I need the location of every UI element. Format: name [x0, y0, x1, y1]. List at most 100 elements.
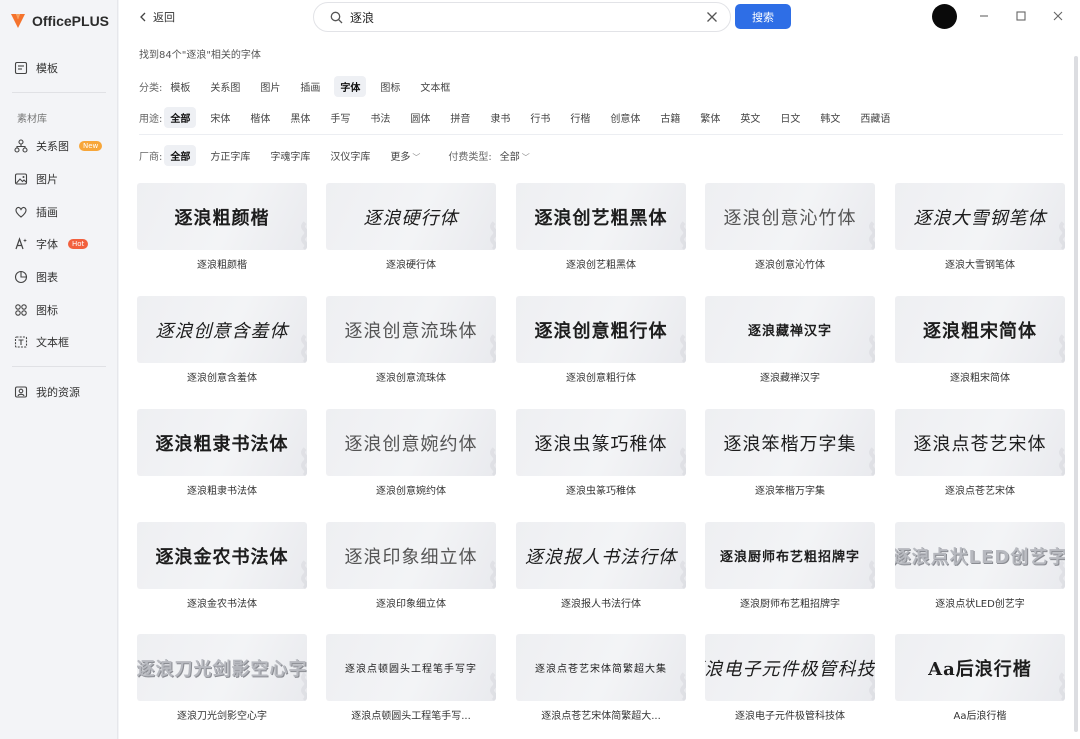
font-card[interactable]: ⌇ 逐浪创意粗行体 逐浪创意粗行体 [516, 296, 686, 384]
filter-label: 分类: [139, 83, 163, 94]
font-card[interactable]: ⌇ 逐浪创意沁竹体 逐浪创意沁竹体 [705, 183, 875, 271]
usage-option[interactable]: 黑体 [284, 107, 316, 128]
font-card[interactable]: ⌇ 逐浪粗隶书法体 逐浪粗隶书法体 [137, 409, 307, 497]
vendor-option[interactable]: 方正字库 [204, 145, 256, 166]
font-card[interactable]: ⌇ 逐浪创意含羞体 逐浪创意含羞体 [137, 296, 307, 384]
usage-option[interactable]: 西藏语 [854, 107, 896, 128]
sidebar-item-images[interactable]: 图片 [14, 171, 58, 187]
usage-option[interactable]: 手写 [324, 107, 356, 128]
font-card[interactable]: ⌇逐浪电子元件极管科技体逐浪电子元件极管科技体 [705, 634, 875, 722]
search-box[interactable] [313, 2, 731, 32]
usage-option[interactable]: 繁体 [694, 107, 726, 128]
watermark-icon: ⌇ [485, 669, 496, 701]
category-option[interactable]: 图标 [374, 76, 406, 97]
font-sample-text: 逐浪硬行体 [363, 207, 459, 229]
usage-option[interactable]: 隶书 [484, 107, 516, 128]
font-name: 逐浪点苍艺宋体简繁超大... [541, 711, 661, 722]
usage-option[interactable]: 拼音 [444, 107, 476, 128]
font-card[interactable]: ⌇ 逐浪点状LED创艺字 逐浪点状LED创艺字 [895, 522, 1065, 610]
maximize-icon[interactable] [1014, 9, 1028, 23]
sidebar-item-illustration[interactable]: 插画 [14, 204, 58, 220]
scrollbar[interactable] [1074, 56, 1078, 732]
sidebar-item-textbox[interactable]: 文本框 [14, 334, 69, 350]
font-preview: ⌇ 逐浪印象细立体 [326, 522, 496, 589]
usage-option[interactable]: 英文 [734, 107, 766, 128]
clear-icon[interactable] [706, 11, 718, 23]
category-option[interactable]: 插画 [294, 76, 326, 97]
usage-option[interactable]: 圆体 [404, 107, 436, 128]
vendor-option-active[interactable]: 全部 [164, 145, 197, 166]
sidebar-item-label: 图片 [36, 173, 58, 186]
font-name: 逐浪电子元件极管科技体 [735, 711, 845, 722]
usage-option[interactable]: 古籍 [654, 107, 686, 128]
font-card[interactable]: ⌇ 逐浪厨师布艺粗招牌字 逐浪厨师布艺粗招牌字 [705, 522, 875, 610]
font-card[interactable]: ⌇ Aa后浪行楷 Aa后浪行楷 [895, 634, 1065, 722]
usage-option[interactable]: 宋体 [204, 107, 236, 128]
font-card[interactable]: ⌇ 逐浪印象细立体逐浪印象细立体 [326, 522, 496, 610]
usage-option[interactable]: 日文 [774, 107, 806, 128]
vendor-option[interactable]: 字魂字库 [264, 145, 316, 166]
sidebar-item-templates[interactable]: 模板 [14, 60, 58, 76]
font-card[interactable]: ⌇ 逐浪金农书法体 逐浪金农书法体 [137, 522, 307, 610]
font-name: 逐浪印象细立体 [376, 599, 446, 610]
back-button[interactable]: 返回 [139, 9, 175, 25]
filter-label: 厂商: [139, 152, 163, 163]
font-name: 逐浪大雪钢笔体 [945, 260, 1015, 271]
sidebar-item-icons[interactable]: 图标 [14, 302, 58, 318]
image-icon [14, 173, 28, 185]
category-option[interactable]: 图片 [254, 76, 286, 97]
usage-option[interactable]: 创意体 [604, 107, 646, 128]
usage-option[interactable]: 韩文 [814, 107, 846, 128]
font-card[interactable]: ⌇ 逐浪粗颜楷 逐浪粗颜楷 [137, 183, 307, 271]
font-preview: ⌇ 逐浪硬行体 [326, 183, 496, 250]
font-card[interactable]: ⌇ 逐浪虫篆巧稚体 逐浪虫篆巧稚体 [516, 409, 686, 497]
font-name: 逐浪创意含羞体 [187, 373, 257, 384]
font-card[interactable]: ⌇ 逐浪点顿圆头工程笔手写字 逐浪点顿圆头工程笔手写... [326, 634, 496, 722]
font-card[interactable]: ⌇ 逐浪笨楷万字集 逐浪笨楷万字集 [705, 409, 875, 497]
font-card[interactable]: ⌇ 逐浪创意流珠体 逐浪创意流珠体 [326, 296, 496, 384]
avatar[interactable] [932, 4, 957, 29]
watermark-icon: ⌇ [864, 218, 875, 250]
font-card[interactable]: ⌇ 逐浪硬行体 逐浪硬行体 [326, 183, 496, 271]
usage-option[interactable]: 楷体 [244, 107, 276, 128]
font-card[interactable]: ⌇ 逐浪刀光剑影空心字 逐浪刀光剑影空心字 [137, 634, 307, 722]
icons-icon [15, 304, 27, 316]
watermark-icon: ⌇ [485, 218, 496, 250]
font-card[interactable]: ⌇ 逐浪报人书法行体 逐浪报人书法行体 [516, 522, 686, 610]
font-card[interactable]: ⌇ 逐浪粗宋简体 逐浪粗宋简体 [895, 296, 1065, 384]
usage-option[interactable]: 书法 [364, 107, 396, 128]
font-sample-text: 逐浪创意婉约体 [344, 433, 478, 455]
font-name: 逐浪藏禅汉字 [760, 373, 820, 384]
textbox-icon [14, 336, 28, 348]
font-preview: ⌇ 逐浪报人书法行体 [516, 522, 686, 589]
watermark-icon: ⌇ [675, 444, 686, 476]
vendor-more-dropdown[interactable]: 更多 ﹀ [384, 145, 426, 166]
sidebar-item-my-resources[interactable]: 我的资源 [14, 384, 80, 400]
font-card[interactable]: ⌇ 逐浪大雪钢笔体 逐浪大雪钢笔体 [895, 183, 1065, 271]
font-card[interactable]: ⌇ 逐浪藏禅汉字 逐浪藏禅汉字 [705, 296, 875, 384]
font-card[interactable]: ⌇ 逐浪创意婉约体 逐浪创意婉约体 [326, 409, 496, 497]
topbar: 返回 搜索 [119, 0, 1080, 36]
category-option-active[interactable]: 字体 [334, 76, 367, 97]
usage-option-active[interactable]: 全部 [164, 107, 197, 128]
pay-type-dropdown[interactable]: 全部 ﹀ [494, 145, 536, 166]
font-preview: ⌇ 逐浪点状LED创艺字 [895, 522, 1065, 589]
new-badge: New [79, 141, 103, 151]
category-option[interactable]: 模板 [164, 76, 196, 97]
usage-option[interactable]: 行楷 [564, 107, 596, 128]
search-input[interactable] [350, 8, 670, 26]
sidebar-item-diagram[interactable]: 关系图 New [14, 138, 103, 154]
font-card[interactable]: ⌇ 逐浪点苍艺宋体 逐浪点苍艺宋体 [895, 409, 1065, 497]
usage-option[interactable]: 行书 [524, 107, 556, 128]
sidebar-item-fonts[interactable]: 字体 Hot [14, 236, 89, 252]
font-card[interactable]: ⌇ 逐浪点苍艺宋体简繁超大集 逐浪点苍艺宋体简繁超大... [516, 634, 686, 722]
close-icon[interactable] [1051, 9, 1065, 23]
sidebar-item-charts[interactable]: 图表 [14, 269, 58, 285]
vendor-option[interactable]: 汉仪字库 [324, 145, 376, 166]
font-card[interactable]: ⌇ 逐浪创艺粗黑体 逐浪创艺粗黑体 [516, 183, 686, 271]
category-option[interactable]: 关系图 [204, 76, 246, 97]
minimize-icon[interactable] [977, 9, 991, 23]
app-logo[interactable]: OfficePLUS [10, 12, 109, 30]
search-button[interactable]: 搜索 [735, 4, 791, 29]
category-option[interactable]: 文本框 [414, 76, 456, 97]
